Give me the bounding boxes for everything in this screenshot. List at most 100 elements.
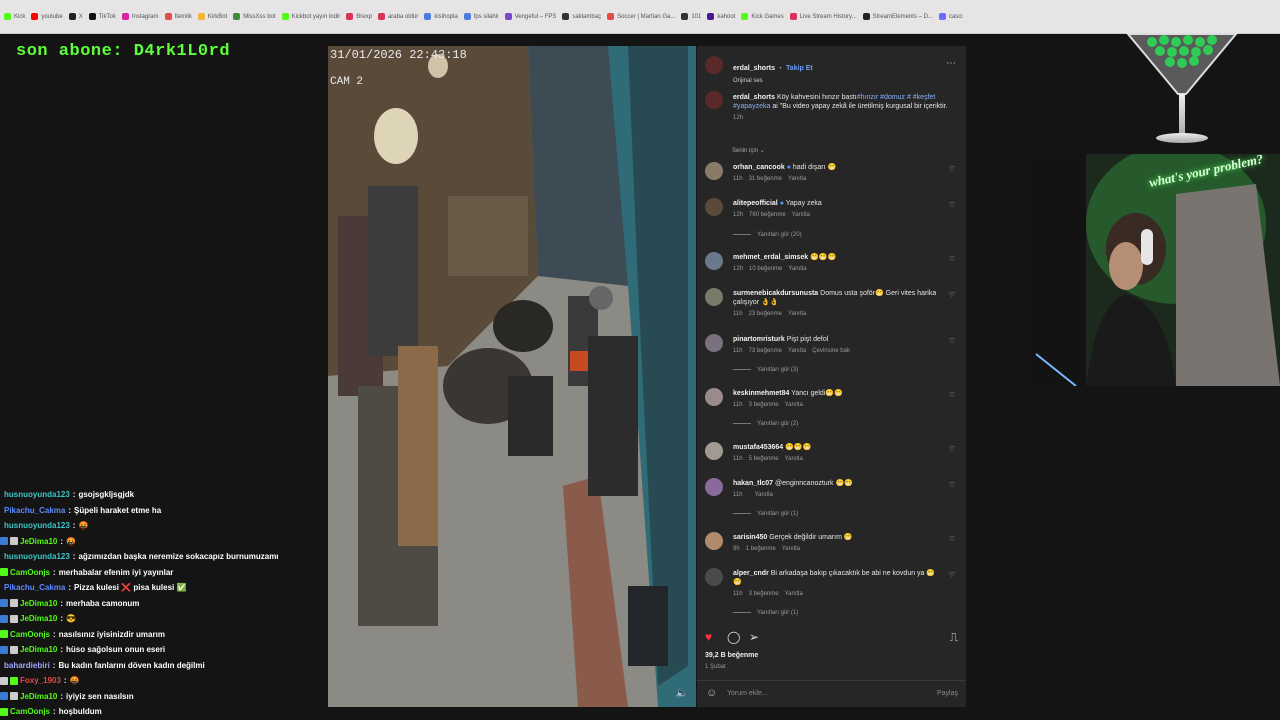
reply-button[interactable]: Yanıtla [785, 456, 803, 462]
commenter-avatar[interactable] [705, 568, 723, 586]
bookmark-item[interactable]: Kickbot yayın indir [281, 13, 340, 20]
commenter-avatar[interactable] [705, 442, 723, 460]
comment-like-heart-icon[interactable]: ♡ [949, 571, 955, 579]
chat-username[interactable]: Pikachu_Cakma [4, 583, 65, 592]
chat-username[interactable]: JeDima10 [20, 537, 57, 546]
chat-username[interactable]: JeDima10 [20, 645, 57, 654]
reply-button[interactable]: Yanıtla [782, 546, 800, 552]
post-author-avatar[interactable] [705, 56, 723, 74]
view-replies-link[interactable]: Yanıtları gör (1) [733, 511, 798, 517]
bookmark-item[interactable]: Vengeful – FPS [504, 13, 556, 20]
chat-username[interactable]: husnuoyunda123 [4, 552, 70, 561]
comment-like-heart-icon[interactable]: ♡ [949, 165, 955, 173]
comment-username[interactable]: hakan_tlc07 [733, 480, 773, 487]
comment-likes[interactable]: 23 beğenme [749, 311, 782, 317]
chat-username[interactable]: Pikachu_Cakma [4, 506, 65, 515]
commenter-avatar[interactable] [705, 198, 723, 216]
post-likes-count[interactable]: 39,2 B beğenme [705, 652, 758, 659]
chat-username[interactable]: Foxy_1903 [20, 676, 61, 685]
bookmark-icon[interactable]: ⎍ [950, 630, 958, 645]
mute-icon[interactable]: 🔈 [676, 688, 688, 699]
like-heart-icon[interactable]: ♥ [705, 630, 712, 644]
comment-input[interactable]: Yorum ekle... [727, 690, 768, 697]
reply-button[interactable]: Yanıtla [785, 402, 803, 408]
chat-username[interactable]: JeDima10 [20, 692, 57, 701]
commenter-avatar[interactable] [705, 388, 723, 406]
comment-like-heart-icon[interactable]: ♡ [949, 391, 955, 399]
reply-button[interactable]: Yanıtla [788, 176, 806, 182]
reply-button[interactable]: Yanıtla [788, 311, 806, 317]
view-replies-link[interactable]: Yanıtları gör (20) [733, 232, 802, 238]
chat-username[interactable]: CamOonjs [10, 630, 50, 639]
bookmark-item[interactable]: Kick [4, 13, 25, 20]
bookmark-item[interactable]: kisihopla [424, 13, 458, 20]
bookmark-item[interactable]: araba oldür [377, 13, 418, 20]
comment-like-heart-icon[interactable]: ♡ [949, 255, 955, 263]
commenter-avatar[interactable] [705, 334, 723, 352]
comment-sort-dropdown[interactable]: Senin için ⌄ [732, 147, 765, 154]
comment-likes[interactable]: 3 beğenme [749, 591, 779, 597]
bookmark-item[interactable]: casci [938, 13, 963, 20]
post-author-username[interactable]: erdal_shorts [733, 65, 775, 72]
caption-username[interactable]: erdal_shorts [733, 94, 775, 101]
comment-likes[interactable]: 73 beğenme [749, 348, 782, 354]
emoji-icon[interactable]: ☺ [706, 687, 717, 699]
share-icon[interactable]: ➢ [749, 630, 759, 644]
bookmark-item[interactable]: Soccer | Martian Ga... [607, 13, 675, 20]
reply-button[interactable]: Yanıtla [755, 492, 773, 498]
bookmark-item[interactable]: Live Stream History... [789, 13, 857, 20]
comment-username[interactable]: orhan_cancook [733, 164, 785, 171]
comment-likes[interactable]: 5 beğenme [749, 456, 779, 462]
reply-button[interactable]: Yanıtla [785, 591, 803, 597]
commenter-avatar[interactable] [705, 532, 723, 550]
commenter-avatar[interactable] [705, 252, 723, 270]
bookmark-item[interactable]: Brexp [346, 13, 372, 20]
bookmark-item[interactable]: KirkBot [197, 13, 227, 20]
comment-like-heart-icon[interactable]: ♡ [949, 337, 955, 345]
reply-button[interactable]: Yanıtla [792, 212, 810, 218]
bookmark-item[interactable]: fps silahlı [463, 13, 499, 20]
bookmark-item[interactable]: kahoot [707, 13, 735, 20]
caption-avatar[interactable] [705, 91, 723, 109]
chat-username[interactable]: CamOonjs [10, 568, 50, 577]
chat-username[interactable]: husnuoyunda123 [4, 521, 70, 530]
comment-like-heart-icon[interactable]: ♡ [949, 445, 955, 453]
comment-username[interactable]: surmenebicakdursunusta [733, 290, 818, 297]
comment-like-heart-icon[interactable]: ♡ [949, 291, 955, 299]
chat-username[interactable]: JeDima10 [20, 614, 57, 623]
reply-button[interactable]: Yanıtla [788, 348, 806, 354]
comment-username[interactable]: pinartomristurk [733, 336, 785, 343]
post-comment-button[interactable]: Paylaş [937, 690, 958, 697]
commenter-avatar[interactable] [705, 478, 723, 496]
view-replies-link[interactable]: Yanıtları gör (1) [733, 610, 798, 616]
bookmark-item[interactable]: TikTok [88, 13, 116, 20]
bookmark-item[interactable]: Itemlik [164, 13, 192, 20]
video-player[interactable]: 31/01/2026 22:43:18 CAM 2 🔈 [328, 46, 696, 707]
bookmark-item[interactable]: youtube [31, 13, 63, 20]
audio-label[interactable]: Orijinal ses [733, 78, 813, 84]
comment-likes[interactable]: 31 beğenme [749, 176, 782, 182]
view-replies-link[interactable]: Yanıtları gör (2) [733, 421, 798, 427]
reply-button[interactable]: Yanıtla [788, 266, 806, 272]
comment-username[interactable]: mehmet_erdal_simsek [733, 254, 808, 261]
comment-username[interactable]: alitepeofficial [733, 200, 778, 207]
comment-icon[interactable]: ◯ [727, 630, 740, 644]
view-replies-link[interactable]: Yanıtları gör (3) [733, 367, 798, 373]
chat-username[interactable]: CamOonjs [10, 707, 50, 716]
bookmark-item[interactable]: X [68, 13, 83, 20]
chat-username[interactable]: husnuoyunda123 [4, 490, 70, 499]
comment-like-heart-icon[interactable]: ♡ [949, 481, 955, 489]
comment-username[interactable]: alper_cndr [733, 570, 769, 577]
comment-likes[interactable]: 10 beğenme [749, 266, 782, 272]
comment-username[interactable]: keskinmehmet84 [733, 390, 789, 397]
comment-likes[interactable]: 760 beğenme [749, 212, 786, 218]
chat-username[interactable]: JeDima10 [20, 599, 57, 608]
comment-like-heart-icon[interactable]: ♡ [949, 535, 955, 543]
comment-username[interactable]: mustafa453664 [733, 444, 783, 451]
chat-username[interactable]: bahardiebiri [4, 661, 50, 670]
bookmark-item[interactable]: MissXss bot [233, 13, 276, 20]
comment-likes[interactable]: 3 beğenme [749, 402, 779, 408]
comment-like-heart-icon[interactable]: ♡ [949, 201, 955, 209]
comment-username[interactable]: sarisin450 [733, 534, 767, 541]
follow-button[interactable]: Takip Et [786, 65, 813, 72]
